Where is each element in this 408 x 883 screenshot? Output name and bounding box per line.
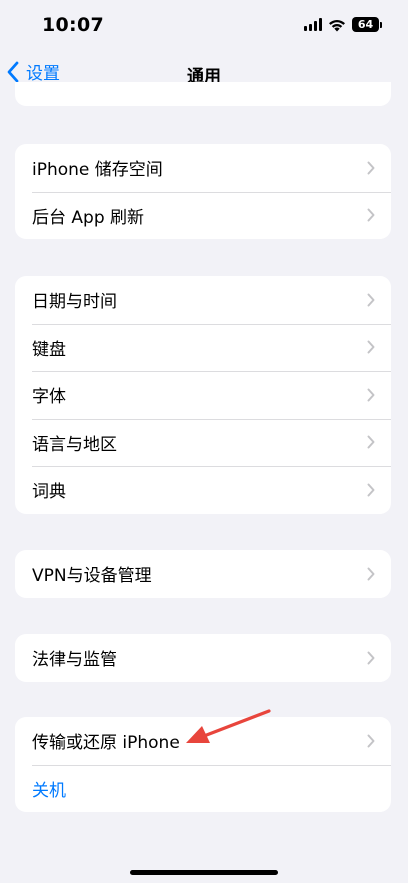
row-legal-regulatory[interactable]: 法律与监管	[15, 634, 391, 682]
shut-down-label: 关机	[32, 780, 66, 801]
annotation-arrow	[186, 709, 271, 743]
row-label: 后台 App 刷新	[32, 207, 145, 228]
row-label: 日期与时间	[32, 292, 117, 313]
row-label: 键盘	[32, 339, 66, 360]
chevron-right-icon	[367, 567, 375, 581]
settings-group-partial	[15, 82, 391, 106]
row-vpn-device-management[interactable]: VPN与设备管理	[15, 550, 391, 598]
row-iphone-storage[interactable]: iPhone 储存空间	[15, 144, 391, 192]
chevron-right-icon	[367, 161, 375, 175]
row-label: 语言与地区	[32, 434, 117, 455]
row-label: iPhone 储存空间	[32, 160, 163, 181]
chevron-right-icon	[367, 340, 375, 354]
chevron-right-icon	[367, 208, 375, 222]
status-time: 10:07	[42, 14, 104, 36]
settings-group-legal: 法律与监管	[15, 634, 391, 682]
chevron-right-icon	[367, 435, 375, 449]
battery-icon: 64	[352, 17, 382, 32]
row-label: 词典	[32, 482, 66, 503]
row-keyboard[interactable]: 键盘	[15, 323, 391, 372]
settings-general-screen: 10:07 64 设置 通用 iPhone 储存空间 后台 App 刷新 日期与…	[0, 0, 408, 883]
chevron-right-icon	[367, 483, 375, 497]
settings-group-vpn: VPN与设备管理	[15, 550, 391, 598]
row-shut-down[interactable]: 关机	[15, 764, 391, 813]
settings-group-locale: 日期与时间 键盘 字体 语言与地区 词典	[15, 276, 391, 514]
battery-level: 64	[352, 17, 379, 32]
row-label: 传输或还原 iPhone	[32, 733, 180, 754]
row-fonts[interactable]: 字体	[15, 371, 391, 419]
settings-group-storage: iPhone 储存空间 后台 App 刷新	[15, 144, 391, 239]
row-label: VPN与设备管理	[32, 566, 152, 587]
row-label: 法律与监管	[32, 650, 117, 671]
row-language-region[interactable]: 语言与地区	[15, 418, 391, 467]
chevron-right-icon	[367, 293, 375, 307]
status-bar: 10:07 64	[0, 0, 408, 50]
row-date-time[interactable]: 日期与时间	[15, 276, 391, 324]
signal-icon	[304, 18, 322, 31]
wifi-icon	[329, 19, 345, 31]
row-background-app-refresh[interactable]: 后台 App 刷新	[15, 191, 391, 240]
status-indicators: 64	[304, 17, 382, 32]
row-dictionary[interactable]: 词典	[15, 466, 391, 514]
row-label: 字体	[32, 387, 66, 408]
chevron-right-icon	[367, 734, 375, 748]
chevron-right-icon	[367, 651, 375, 665]
chevron-right-icon	[367, 388, 375, 402]
home-indicator	[130, 870, 278, 875]
